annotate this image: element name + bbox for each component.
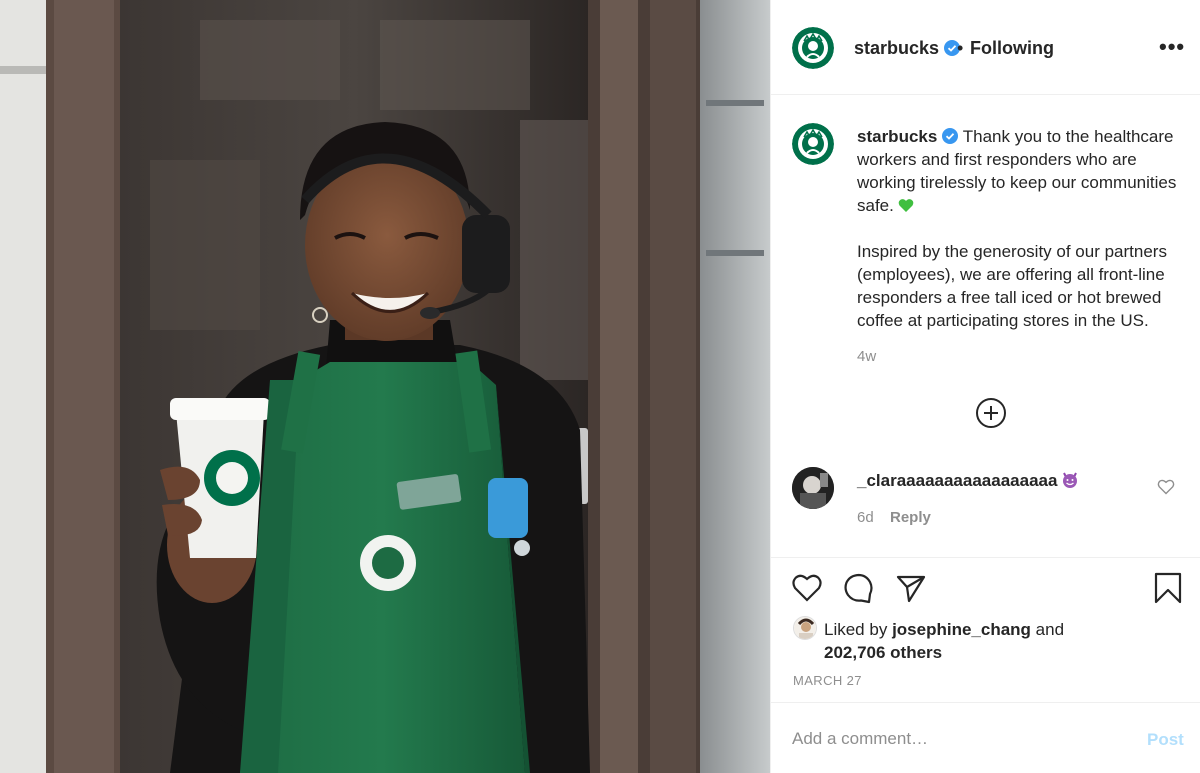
follow-separator: • [957,38,964,58]
commenter-photo [792,467,834,509]
caption-author-avatar[interactable] [792,123,834,165]
post-caption: starbucks Thank you to the healthcare wo… [857,125,1193,332]
likes-prefix: Liked by [824,620,888,639]
author-username[interactable]: starbucks [854,38,961,59]
barista-photo [0,0,770,773]
speech-bubble-icon[interactable] [843,572,875,604]
smiling-devil-icon [1063,472,1078,488]
post-photo[interactable] [0,0,770,773]
author-username-text[interactable]: starbucks [854,38,939,58]
likes-count[interactable]: 202,706 others [824,643,942,662]
caption-paragraph-2: Inspired by the generosity of our partne… [857,242,1167,330]
comment-item: _claraaaaaaaaaaaaaaaaa [857,471,1079,491]
commenter-username[interactable]: _claraaaaaaaaaaaaaaaaa [857,471,1057,490]
likes-connector: and [1035,620,1065,639]
heart-icon[interactable] [791,572,823,604]
comment-reply-button[interactable]: Reply [890,509,931,526]
paper-plane-icon[interactable] [895,572,927,604]
liker-avatar[interactable] [793,616,817,640]
actions-divider [771,557,1200,559]
author-avatar[interactable] [792,27,834,69]
caption-username[interactable]: starbucks [857,127,937,146]
bookmark-icon[interactable] [1152,572,1184,604]
liker-username[interactable]: josephine_chang [892,620,1031,639]
liker-photo [794,617,816,639]
comment-input[interactable] [792,725,1122,753]
caption-timestamp[interactable]: 4w [857,348,876,365]
plus-circle-icon[interactable] [975,397,1007,429]
post-date[interactable]: MARCH 27 [793,673,862,688]
starbucks-logo-icon [792,123,834,165]
small-heart-icon[interactable] [1157,478,1175,496]
verified-badge-icon [942,128,959,144]
following-button[interactable]: Following [970,38,1054,59]
post-comment-button[interactable]: Post [1147,730,1184,750]
comment-timestamp[interactable]: 6d [857,509,874,526]
post-details-panel: starbucks • Following ••• starbucks Than… [770,0,1200,773]
more-options-icon[interactable]: ••• [1159,34,1185,60]
starbucks-logo-icon [792,27,834,69]
likes-summary: Liked by josephine_chang and 202,706 oth… [824,618,1124,664]
commenter-avatar[interactable] [792,467,834,509]
green-heart-icon [898,199,914,212]
add-comment-bar: Post [771,702,1200,773]
post-header: starbucks • Following ••• [771,0,1200,95]
caption-paragraph-1: starbucks Thank you to the healthcare wo… [857,125,1193,217]
